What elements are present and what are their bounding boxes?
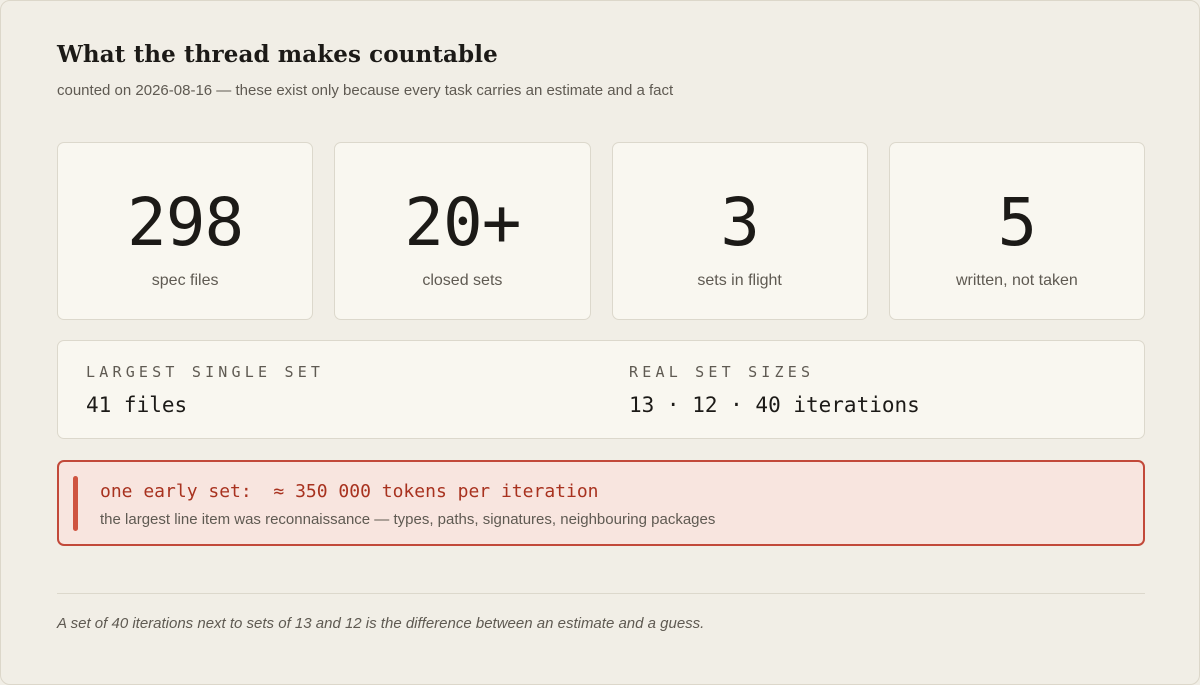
fact-largest-set: LARGEST SINGLE SET 41 files [86,363,324,417]
stat-label: spec files [151,272,219,289]
set-facts-panel: LARGEST SINGLE SET 41 files REAL SET SIZ… [57,340,1145,439]
footnote: A set of 40 iterations next to sets of 1… [57,615,705,632]
stat-value: 5 [997,184,1038,261]
stat-card-closed-sets: 20+ closed sets [334,142,591,320]
callout-text: the largest line item was reconnaissance… [100,511,716,528]
page-subtitle: counted on 2026-08-16 — these exist only… [57,82,674,99]
stat-value: 3 [720,184,760,261]
countable-panel: What the thread makes countable counted … [0,0,1200,685]
fact-real-set-sizes: REAL SET SIZES 13 · 12 · 40 iterations [629,363,920,417]
stat-card-written-not-taken: 5 written, not taken [888,142,1145,320]
page-title: What the thread makes countable [57,41,498,68]
stat-value: 298 [127,184,244,261]
stat-label: sets in flight [697,272,782,289]
fact-label: REAL SET SIZES [629,363,815,381]
stat-value: 20+ [404,184,521,261]
divider [57,593,1145,594]
stat-cards: 298 spec files 20+ closed sets 3 sets in… [57,142,1145,320]
stat-card-sets-in-flight: 3 sets in flight [611,142,868,320]
token-callout: one early set: ≈ 350 000 tokens per iter… [57,460,1145,546]
fact-label: LARGEST SINGLE SET [86,363,325,381]
callout-heading: one early set: ≈ 350 000 tokens per iter… [100,481,599,502]
stat-label: closed sets [422,272,503,289]
fact-value: 13 · 12 · 40 iterations [629,393,920,417]
callout-accent-bar [73,476,78,531]
stat-card-spec-files: 298 spec files [57,142,314,320]
fact-value: 41 files [86,393,188,417]
stat-label: written, not taken [955,272,1078,289]
